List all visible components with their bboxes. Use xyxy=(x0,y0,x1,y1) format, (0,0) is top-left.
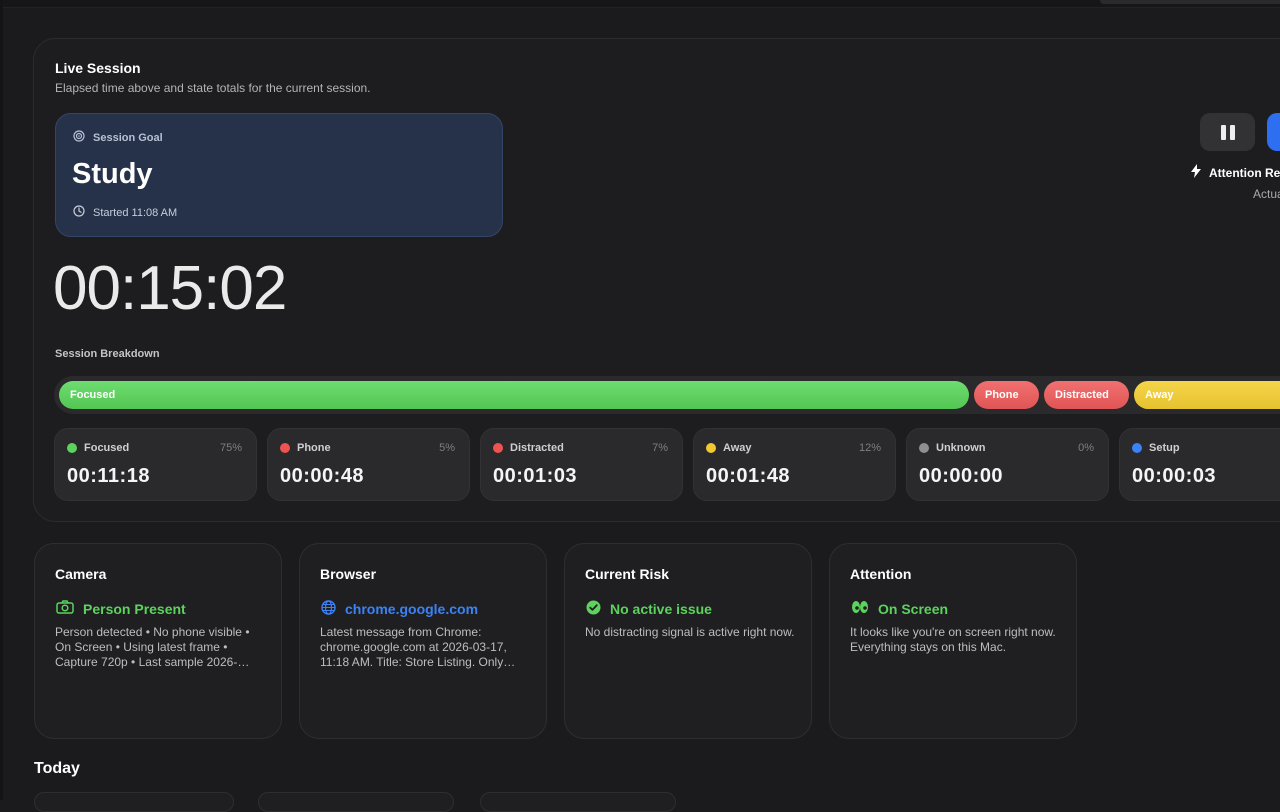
stat-card-unknown: Unknown 0% 00:00:00 xyxy=(906,428,1109,501)
today-card xyxy=(258,792,454,812)
session-started-label: Started 11:08 AM xyxy=(93,206,178,219)
stat-percent: 75% xyxy=(219,442,242,454)
stat-card-setup: Setup 00:00:03 xyxy=(1119,428,1280,501)
session-start-time: Started 11:08 AM xyxy=(73,205,177,220)
stat-percent: 5% xyxy=(439,442,455,454)
camera-card-title: Camera xyxy=(55,566,107,582)
stat-name: Focused xyxy=(84,442,130,454)
breakdown-segment-distracted: Distracted xyxy=(1044,381,1129,409)
browser-status: chrome.google.com xyxy=(321,600,478,618)
stat-header: Focused xyxy=(67,442,129,454)
stat-name: Distracted xyxy=(510,442,564,454)
browser-description: Latest message from Chrome: chrome.googl… xyxy=(320,625,516,669)
primary-action-button[interactable] xyxy=(1267,113,1280,151)
live-session-card: Live Session Elapsed time above and stat… xyxy=(33,38,1280,522)
pause-button[interactable] xyxy=(1200,113,1255,151)
browser-card: Browser chrome.google.com Latest message… xyxy=(299,543,547,739)
camera-status-label: Person Present xyxy=(83,600,186,617)
stat-header: Unknown xyxy=(919,442,986,454)
camera-description: Person detected • No phone visible • On … xyxy=(55,625,250,669)
session-goal-header: Session Goal xyxy=(73,130,163,145)
stat-value: 00:01:48 xyxy=(706,465,791,487)
breakdown-segment-away: Away xyxy=(1134,381,1280,409)
stat-name: Setup xyxy=(1149,442,1180,454)
eyes-icon xyxy=(851,600,869,617)
today-card xyxy=(480,792,676,812)
attention-description: It looks like you're on screen right now… xyxy=(850,625,1056,654)
attention-status: On Screen xyxy=(851,600,948,617)
breakdown-segment-phone: Phone xyxy=(974,381,1039,409)
checkmark-circle-icon xyxy=(586,600,601,618)
attention-card-title: Attention xyxy=(850,566,912,582)
current-risk-title: Current Risk xyxy=(585,566,670,582)
globe-icon xyxy=(321,600,336,618)
camera-icon xyxy=(56,600,74,617)
actual-label: Actua xyxy=(1253,187,1280,201)
attention-indicator: Attention Re xyxy=(1191,164,1280,181)
stat-header: Distracted xyxy=(493,442,564,454)
top-toolbar-strip xyxy=(0,0,1280,8)
session-goal-card: Session Goal Study Started 11:08 AM xyxy=(55,113,503,237)
status-dot-icon xyxy=(67,443,77,453)
status-dot-icon xyxy=(493,443,503,453)
elapsed-timer: 00:15:02 xyxy=(53,254,287,323)
live-session-subtitle: Elapsed time above and state totals for … xyxy=(55,81,371,95)
breakdown-segment-focused: Focused xyxy=(59,381,969,409)
browser-card-title: Browser xyxy=(320,566,377,582)
stat-percent: 7% xyxy=(652,442,668,454)
stat-value: 00:11:18 xyxy=(67,465,150,487)
today-section-title: Today xyxy=(34,760,80,777)
lightning-icon xyxy=(1191,164,1201,181)
today-card xyxy=(34,792,234,812)
attention-card: Attention On Screen It looks like you're… xyxy=(829,543,1077,739)
risk-status-label: No active issue xyxy=(610,601,712,617)
session-goal-label: Session Goal xyxy=(93,131,163,144)
status-dot-icon xyxy=(280,443,290,453)
stat-percent: 12% xyxy=(858,442,881,454)
pause-icon xyxy=(1220,124,1235,140)
status-dot-icon xyxy=(706,443,716,453)
stat-name: Away xyxy=(723,442,752,454)
browser-domain-link[interactable]: chrome.google.com xyxy=(345,601,478,617)
stat-name: Unknown xyxy=(936,442,986,454)
session-goal-title: Study xyxy=(72,158,153,190)
stat-card-focused: Focused 75% 00:11:18 xyxy=(54,428,257,501)
window-left-edge xyxy=(0,0,3,800)
attention-label: Attention Re xyxy=(1209,165,1280,180)
stat-percent: 0% xyxy=(1078,442,1094,454)
camera-status: Person Present xyxy=(56,600,186,617)
risk-description: No distracting signal is active right no… xyxy=(585,625,795,639)
status-dot-icon xyxy=(1132,443,1142,453)
current-risk-card: Current Risk No active issue No distract… xyxy=(564,543,812,739)
status-dot-icon xyxy=(919,443,929,453)
target-icon xyxy=(73,130,85,145)
stat-card-distracted: Distracted 7% 00:01:03 xyxy=(480,428,683,501)
session-breakdown-label: Session Breakdown xyxy=(55,348,160,360)
camera-card: Camera Person Present Person detected • … xyxy=(34,543,282,739)
stat-header: Away xyxy=(706,442,752,454)
stat-value: 00:00:03 xyxy=(1132,465,1217,487)
session-breakdown-bar: Focused Phone Distracted Away xyxy=(54,376,1280,414)
live-session-title: Live Session xyxy=(55,60,141,76)
stat-card-away: Away 12% 00:01:48 xyxy=(693,428,896,501)
stat-name: Phone xyxy=(297,442,331,454)
stat-value: 00:00:00 xyxy=(919,465,1004,487)
clock-icon xyxy=(73,205,85,220)
attention-status-label: On Screen xyxy=(878,600,949,617)
stat-header: Setup xyxy=(1132,442,1180,454)
risk-status: No active issue xyxy=(586,600,712,618)
stat-header: Phone xyxy=(280,442,331,454)
stat-card-phone: Phone 5% 00:00:48 xyxy=(267,428,470,501)
stat-value: 00:01:03 xyxy=(493,465,578,487)
stat-value: 00:00:48 xyxy=(280,465,365,487)
